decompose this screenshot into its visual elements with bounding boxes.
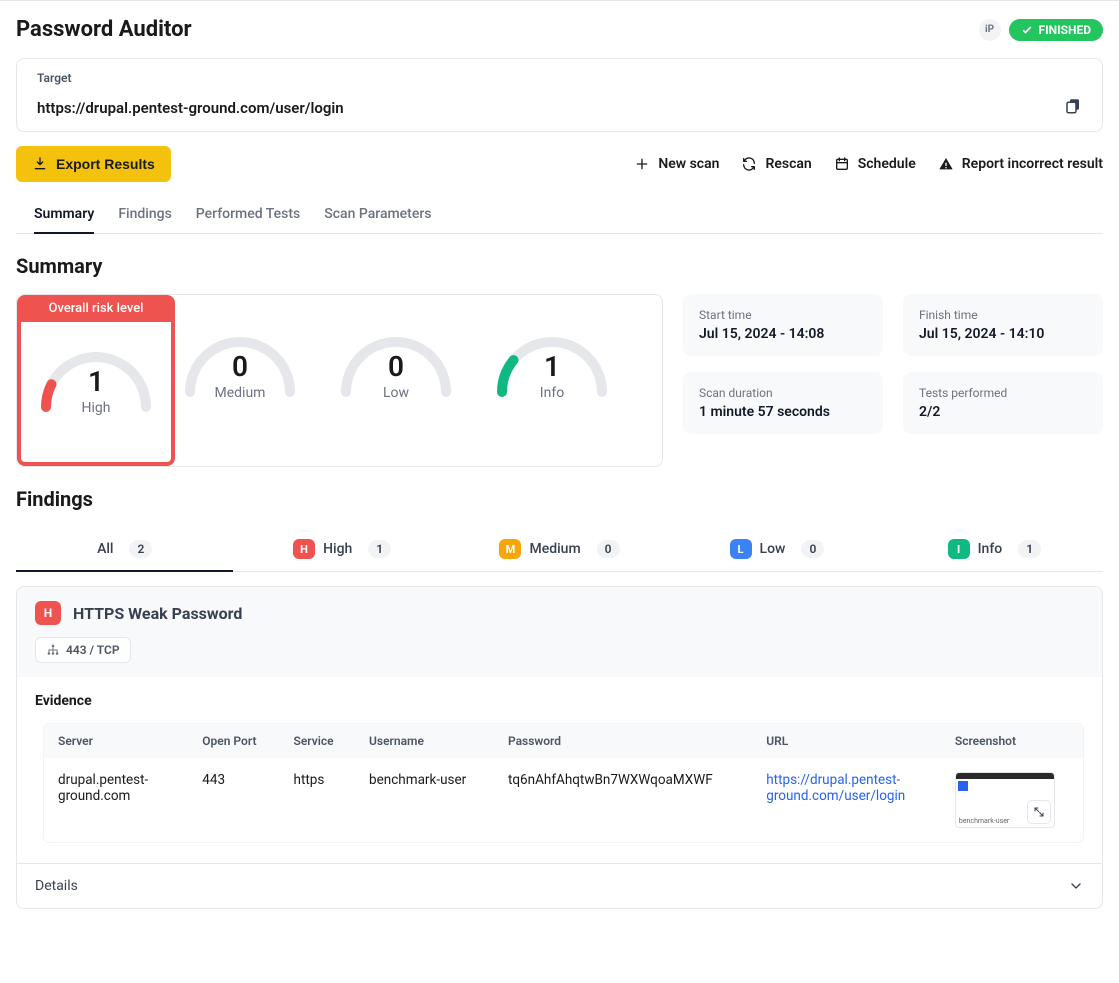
plus-icon — [634, 156, 650, 172]
count-badge: 1 — [1018, 540, 1041, 558]
cell-service: https — [280, 758, 356, 842]
count-badge: 0 — [801, 540, 824, 558]
findings-tab-low[interactable]: L Low 0 — [668, 527, 885, 571]
details-toggle[interactable]: Details — [17, 863, 1102, 908]
stat-finish-time: Finish time Jul 15, 2024 - 14:10 — [903, 294, 1103, 356]
page-title: Password Auditor — [16, 17, 192, 42]
report-incorrect-button[interactable]: Report incorrect result — [938, 156, 1103, 172]
export-results-button[interactable]: Export Results — [16, 146, 171, 182]
cell-server: drupal.pentest-ground.com — [44, 758, 188, 842]
gauge-medium: 0 Medium — [175, 317, 305, 437]
findings-tab-medium[interactable]: M Medium 0 — [451, 527, 668, 571]
expand-icon[interactable] — [1028, 801, 1050, 823]
cell-username: benchmark-user — [355, 758, 494, 842]
finding-card: H HTTPS Weak Password 443 / TCP Evidence… — [16, 586, 1103, 909]
severity-high-icon: H — [293, 539, 315, 559]
col-username: Username — [355, 724, 494, 758]
summary-section-title: Summary — [16, 254, 1103, 278]
col-server: Server — [44, 724, 188, 758]
evidence-table: Server Open Port Service Username Passwo… — [44, 724, 1083, 842]
screenshot-thumbnail[interactable]: benchmark-user — [955, 772, 1055, 828]
table-row: drupal.pentest-ground.com 443 https benc… — [44, 758, 1083, 842]
stat-duration: Scan duration 1 minute 57 seconds — [683, 372, 883, 434]
gauge-info: 1 Info — [487, 317, 617, 437]
tab-findings[interactable]: Findings — [118, 196, 171, 233]
findings-section-title: Findings — [16, 487, 1103, 511]
check-icon — [1021, 24, 1033, 36]
schedule-button[interactable]: Schedule — [834, 156, 916, 172]
calendar-icon — [834, 156, 850, 172]
findings-tab-info[interactable]: I Info 1 — [886, 527, 1103, 571]
severity-low-icon: L — [730, 539, 752, 559]
gauge-high: 1 High — [31, 332, 161, 452]
copy-icon — [1064, 97, 1082, 115]
tab-summary[interactable]: Summary — [34, 196, 94, 234]
download-icon — [32, 156, 48, 172]
target-label: Target — [37, 71, 1082, 85]
stat-tests-performed: Tests performed 2/2 — [903, 372, 1103, 434]
finding-title: HTTPS Weak Password — [73, 604, 242, 623]
port-chip: 443 / TCP — [35, 637, 131, 663]
refresh-icon — [741, 156, 757, 172]
cell-url-link[interactable]: https://drupal.pentest-ground.com/user/l… — [766, 772, 905, 804]
status-badge: FINISHED — [1009, 19, 1103, 41]
stat-start-time: Start time Jul 15, 2024 - 14:08 — [683, 294, 883, 356]
ip-badge[interactable]: iP — [979, 19, 1001, 41]
gauges-card: Overall risk level 1 High 0 Medium 0 Low — [16, 294, 663, 467]
tab-performed-tests[interactable]: Performed Tests — [196, 196, 300, 233]
cell-password: tq6nAhfAhqtwBn7WXWqoaMXWF — [494, 758, 752, 842]
warning-icon — [938, 156, 954, 172]
chevron-down-icon — [1068, 878, 1084, 894]
severity-medium-icon: M — [499, 539, 521, 559]
count-badge: 2 — [129, 540, 152, 558]
severity-high-icon: H — [35, 601, 61, 625]
main-tabs: Summary Findings Performed Tests Scan Pa… — [16, 196, 1103, 234]
severity-info-icon: I — [948, 539, 970, 559]
rescan-button[interactable]: Rescan — [741, 156, 811, 172]
col-url: URL — [752, 724, 941, 758]
network-icon — [46, 643, 60, 657]
findings-tab-all[interactable]: All 2 — [16, 527, 233, 572]
count-badge: 0 — [597, 540, 620, 558]
col-screenshot: Screenshot — [941, 724, 1083, 758]
copy-button[interactable] — [1064, 97, 1082, 119]
col-password: Password — [494, 724, 752, 758]
new-scan-button[interactable]: New scan — [634, 156, 719, 172]
findings-tabs: All 2 H High 1 M Medium 0 L Low 0 I Info… — [16, 527, 1103, 572]
findings-tab-high[interactable]: H High 1 — [233, 527, 450, 571]
gauge-low: 0 Low — [331, 317, 461, 437]
target-url: https://drupal.pentest-ground.com/user/l… — [37, 99, 344, 117]
evidence-title: Evidence — [35, 693, 1084, 709]
tab-scan-parameters[interactable]: Scan Parameters — [324, 196, 431, 233]
col-service: Service — [280, 724, 356, 758]
target-card: Target https://drupal.pentest-ground.com… — [16, 58, 1103, 132]
cell-open-port: 443 — [188, 758, 279, 842]
overall-risk-label: Overall risk level — [17, 295, 175, 322]
col-open-port: Open Port — [188, 724, 279, 758]
count-badge: 1 — [368, 540, 391, 558]
